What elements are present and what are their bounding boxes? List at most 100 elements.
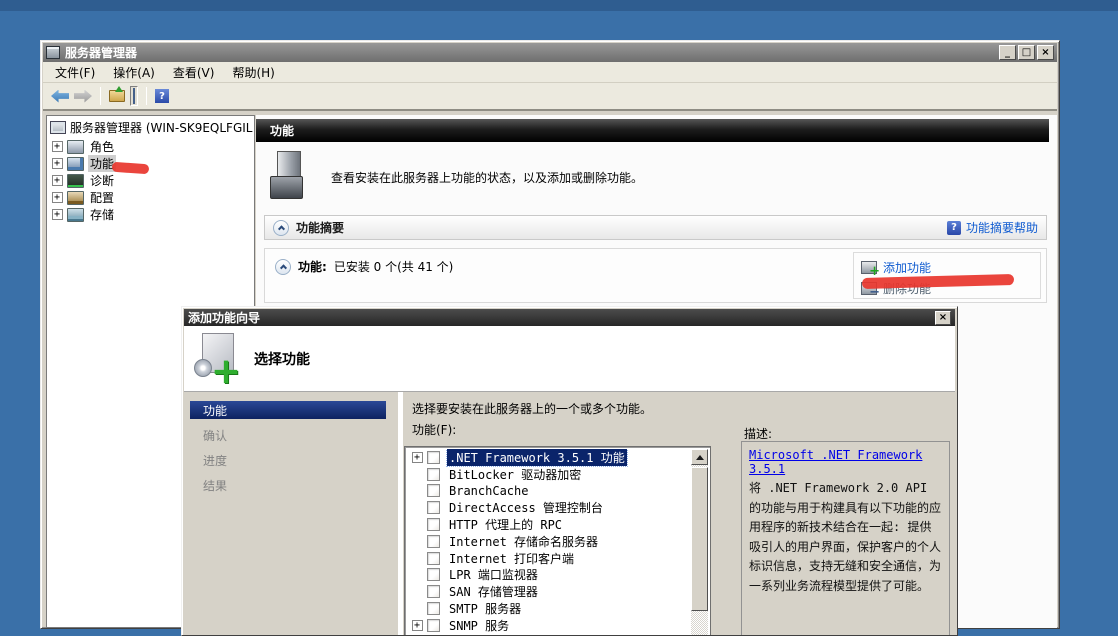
up-folder-icon[interactable]: [109, 90, 125, 102]
add-features-wizard-dialog: 添加功能向导 × 选择功能 功能 确认 进度 结果 选择要安装在此服务器上的一个…: [181, 306, 958, 636]
feature-label[interactable]: Internet 打印客户端: [447, 550, 576, 567]
feature-label[interactable]: SAN 存储管理器: [447, 583, 540, 600]
page-description: 查看安装在此服务器上功能的状态，以及添加或删除功能。: [331, 169, 643, 186]
feature-checkbox[interactable]: [427, 484, 440, 497]
feature-row[interactable]: HTTP 代理上的 RPC: [407, 516, 691, 533]
features-list: .NET Framework 3.5.1 功能 BitLocker 驱动器加密: [404, 446, 711, 635]
wizard-step[interactable]: 确认: [184, 426, 398, 444]
storage-icon: [67, 208, 84, 222]
feature-row[interactable]: SNMP 服务: [407, 617, 691, 634]
feature-rows: .NET Framework 3.5.1 功能 BitLocker 驱动器加密: [407, 449, 691, 635]
features-list-label: 功能(F):: [412, 421, 456, 438]
collapse-icon[interactable]: [273, 220, 289, 236]
features-summary-header: 功能摘要 ? 功能摘要帮助: [264, 215, 1047, 240]
expand-icon[interactable]: [52, 209, 63, 220]
features-scrollbar[interactable]: [691, 449, 708, 635]
feature-row[interactable]: BranchCache: [407, 483, 691, 500]
window-titlebar[interactable]: 服务器管理器 _ □ ×: [43, 43, 1057, 62]
back-icon[interactable]: [51, 90, 69, 103]
help-icon[interactable]: ?: [155, 89, 169, 103]
expand-icon[interactable]: [412, 620, 423, 631]
tree-item[interactable]: 存储: [47, 206, 254, 223]
tree-item[interactable]: 诊断: [47, 172, 254, 189]
tree-root-item[interactable]: 服务器管理器 (WIN-SK9EQLFGIL: [47, 116, 254, 138]
forward-icon[interactable]: [74, 90, 92, 103]
wizard-step[interactable]: 进度: [184, 451, 398, 469]
diagnostics-icon: [67, 174, 84, 188]
feature-row[interactable]: SAN 存储管理器: [407, 583, 691, 600]
feature-checkbox[interactable]: [427, 568, 440, 581]
tree-item[interactable]: 角色: [47, 138, 254, 155]
add-features-wizard-icon: [194, 333, 240, 383]
desktop-top-strip: [0, 0, 1118, 11]
server-manager-icon: [46, 46, 60, 59]
feature-label[interactable]: LPR 端口监视器: [447, 566, 540, 583]
toolbar-separator: [100, 87, 101, 105]
close-button[interactable]: ×: [1037, 45, 1054, 60]
feature-label[interactable]: SNMP 服务: [447, 617, 511, 634]
feature-checkbox[interactable]: [427, 451, 440, 464]
tree-item-label[interactable]: 角色: [88, 138, 116, 155]
feature-label[interactable]: BranchCache: [447, 484, 530, 498]
tree-item-label[interactable]: 诊断: [88, 172, 116, 189]
description-label: 描述:: [744, 425, 772, 442]
feature-checkbox[interactable]: [427, 619, 440, 632]
minimize-button[interactable]: _: [999, 45, 1016, 60]
maximize-button[interactable]: □: [1018, 45, 1035, 60]
feature-row[interactable]: DirectAccess 管理控制台: [407, 499, 691, 516]
feature-description-box: Microsoft .NET Framework 3.5.1 将 .NET Fr…: [741, 441, 950, 635]
feature-row[interactable]: .NET Framework 3.5.1 功能: [407, 449, 691, 466]
feature-row[interactable]: Internet 打印客户端: [407, 550, 691, 567]
roles-icon: [67, 140, 84, 154]
expand-icon[interactable]: [52, 175, 63, 186]
feature-row[interactable]: BitLocker 驱动器加密: [407, 466, 691, 483]
feature-row[interactable]: LPR 端口监视器: [407, 567, 691, 584]
feature-row[interactable]: SMTP 服务器: [407, 600, 691, 617]
framework-description-link[interactable]: Microsoft .NET Framework 3.5.1: [749, 448, 942, 476]
expand-icon[interactable]: [52, 158, 63, 169]
dialog-titlebar[interactable]: 添加功能向导 ×: [184, 309, 955, 326]
dialog-heading: 选择功能: [254, 349, 310, 369]
menu-item[interactable]: 文件(F): [46, 62, 104, 83]
wizard-step[interactable]: 结果: [184, 476, 398, 494]
feature-checkbox[interactable]: [427, 501, 440, 514]
feature-label[interactable]: DirectAccess 管理控制台: [447, 499, 605, 516]
feature-checkbox[interactable]: [427, 468, 440, 481]
scroll-up-icon[interactable]: [691, 449, 708, 465]
feature-checkbox[interactable]: [427, 602, 440, 615]
feature-label[interactable]: BitLocker 驱动器加密: [447, 466, 583, 483]
feature-checkbox[interactable]: [427, 585, 440, 598]
feature-checkbox[interactable]: [427, 552, 440, 565]
tree-item-label[interactable]: 配置: [88, 189, 116, 206]
tree-item[interactable]: 功能: [47, 155, 254, 172]
close-icon[interactable]: ×: [935, 311, 951, 325]
collapse-icon[interactable]: [275, 259, 291, 275]
feature-label[interactable]: HTTP 代理上的 RPC: [447, 516, 564, 533]
tree-item[interactable]: 配置: [47, 189, 254, 206]
feature-row[interactable]: Internet 存储命名服务器: [407, 533, 691, 550]
tree-items: 角色 功能 诊断 配置: [47, 138, 254, 223]
add-feature-icon: [861, 261, 877, 274]
wizard-step[interactable]: 功能: [190, 401, 386, 419]
feature-label[interactable]: .NET Framework 3.5.1 功能: [447, 449, 627, 466]
menu-item[interactable]: 查看(V): [164, 62, 224, 83]
feature-label[interactable]: SMTP 服务器: [447, 600, 523, 617]
expand-icon[interactable]: [412, 452, 423, 463]
expand-icon[interactable]: [52, 192, 63, 203]
help-icon: ?: [947, 221, 961, 235]
feature-checkbox[interactable]: [427, 518, 440, 531]
summary-help-link[interactable]: 功能摘要帮助: [966, 219, 1038, 236]
feature-checkbox[interactable]: [427, 535, 440, 548]
features-installed-count: 已安装 0 个(共 41 个): [334, 258, 454, 275]
menu-item[interactable]: 帮助(H): [223, 62, 283, 83]
feature-label[interactable]: Internet 存储命名服务器: [447, 533, 600, 550]
wizard-content: 选择要安装在此服务器上的一个或多个功能。 功能(F): .NET Framewo…: [403, 392, 955, 635]
tree-item-label[interactable]: 存储: [88, 206, 116, 223]
add-features-link[interactable]: 添加功能: [883, 259, 931, 276]
menu-item[interactable]: 操作(A): [104, 62, 164, 83]
console-window-button[interactable]: [130, 86, 138, 106]
expand-icon[interactable]: [52, 141, 63, 152]
wizard-steps: 功能 确认 进度 结果: [184, 392, 398, 635]
scrollbar-thumb[interactable]: [691, 467, 708, 611]
toolbar-separator: [146, 87, 147, 105]
